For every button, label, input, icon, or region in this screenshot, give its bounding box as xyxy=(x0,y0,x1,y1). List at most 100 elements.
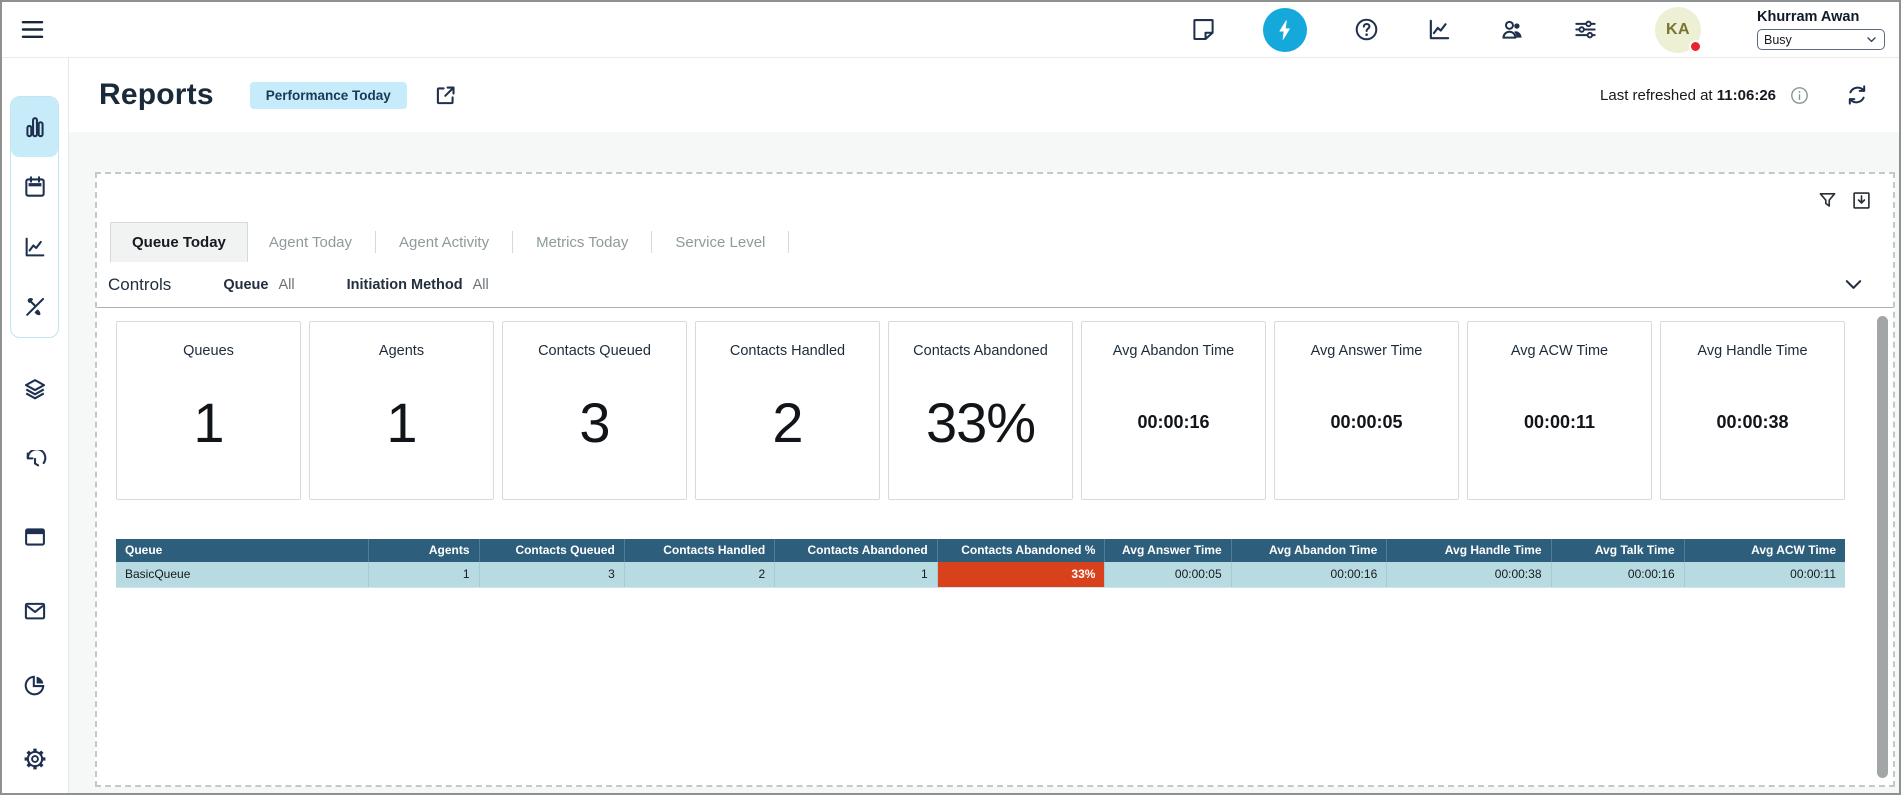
sidebar-item-pie-chart[interactable] xyxy=(10,655,59,715)
report-widget: Queue Today Agent Today Agent Activity M… xyxy=(95,172,1895,787)
dashboard-canvas: Queue Today Agent Today Agent Activity M… xyxy=(69,132,1899,793)
initiation-method-filter[interactable]: Initiation Method All xyxy=(347,277,489,293)
metric-value: 00:00:16 xyxy=(1137,412,1209,433)
cell-agents: 1 xyxy=(368,562,479,588)
user-avatar[interactable]: KA xyxy=(1655,7,1701,53)
column-header[interactable]: Agents xyxy=(368,539,479,562)
notes-icon[interactable] xyxy=(1190,16,1217,43)
settings-sliders-icon[interactable] xyxy=(1572,16,1599,43)
cell-avg-talk-time: 00:00:16 xyxy=(1551,562,1684,588)
metric-cards: Queues 1 Agents 1 Contacts Queued 3 xyxy=(116,321,1845,500)
column-header[interactable]: Avg Handle Time xyxy=(1387,539,1551,562)
sidebar-item-bar-chart[interactable] xyxy=(11,97,58,157)
metric-card-contacts-abandoned: Contacts Abandoned 33% xyxy=(888,321,1073,500)
metric-value: 33% xyxy=(926,390,1035,455)
chevron-down-icon xyxy=(1865,33,1878,46)
table-row: BasicQueue 1 3 2 1 33% 00:00:05 00:00:16… xyxy=(116,562,1845,588)
app-window: KA Khurram Awan Busy xyxy=(0,0,1901,795)
history-icon xyxy=(22,450,48,476)
metrics-icon[interactable] xyxy=(1426,16,1453,43)
main-area: Reports Performance Today Last refreshed… xyxy=(69,58,1899,793)
external-link-icon[interactable] xyxy=(433,83,458,108)
sidebar-item-layers[interactable] xyxy=(10,359,59,419)
sidebar-lower-group xyxy=(10,359,59,789)
line-chart-icon xyxy=(22,234,48,260)
cell-contacts-abandoned-pct: 33% xyxy=(937,562,1105,588)
tab-agent-activity[interactable]: Agent Activity xyxy=(378,222,510,262)
user-name: Khurram Awan xyxy=(1757,9,1885,25)
tab-queue-today[interactable]: Queue Today xyxy=(110,222,248,262)
cell-contacts-handled: 2 xyxy=(624,562,774,588)
dashboard-name-badge: Performance Today xyxy=(250,82,407,109)
filter-icon[interactable] xyxy=(1816,189,1839,212)
status-select-value: Busy xyxy=(1764,33,1792,47)
sidebar-item-settings[interactable] xyxy=(10,729,59,789)
queue-filter[interactable]: Queue All xyxy=(223,277,294,293)
tab-separator xyxy=(512,231,513,253)
window-icon xyxy=(22,524,48,550)
download-icon[interactable] xyxy=(1850,189,1873,212)
tab-agent-today[interactable]: Agent Today xyxy=(248,222,373,262)
page-title: Reports xyxy=(99,78,214,112)
metric-value: 3 xyxy=(579,390,609,455)
sidebar-item-email[interactable] xyxy=(10,581,59,641)
user-block: Khurram Awan Busy xyxy=(1757,9,1885,50)
widget-content: Queues 1 Agents 1 Contacts Queued 3 xyxy=(97,308,1893,588)
tab-service-level[interactable]: Service Level xyxy=(654,222,786,262)
sidebar-item-history[interactable] xyxy=(10,433,59,493)
collapse-chevron-icon[interactable] xyxy=(1842,273,1865,296)
metric-value: 00:00:11 xyxy=(1524,412,1595,433)
tab-separator xyxy=(651,231,652,253)
top-bar: KA Khurram Awan Busy xyxy=(2,2,1899,58)
cell-avg-answer-time: 00:00:05 xyxy=(1105,562,1231,588)
paintbrush-icon xyxy=(22,294,48,320)
table-header-row: Queue Agents Contacts Queued Contacts Ha… xyxy=(116,539,1845,562)
column-header[interactable]: Contacts Abandoned xyxy=(775,539,938,562)
sidebar-item-line-chart[interactable] xyxy=(11,217,58,277)
scrollbar-thumb[interactable] xyxy=(1877,316,1888,778)
metric-value: 00:00:38 xyxy=(1716,412,1788,433)
metric-value: 2 xyxy=(772,390,802,455)
quick-actions-icon[interactable] xyxy=(1263,8,1307,52)
metric-card-contacts-queued: Contacts Queued 3 xyxy=(502,321,687,500)
status-select[interactable]: Busy xyxy=(1757,29,1885,50)
calendar-icon xyxy=(22,174,48,200)
metric-value: 1 xyxy=(193,390,223,455)
refresh-area: Last refreshed at 11:06:26 xyxy=(1600,83,1869,107)
metric-card-queues: Queues 1 xyxy=(116,321,301,500)
controls-bar: Controls Queue All Initiation Method All xyxy=(97,262,1893,308)
busy-status-dot xyxy=(1689,40,1702,53)
column-header[interactable]: Contacts Abandoned % xyxy=(937,539,1105,562)
cell-contacts-abandoned: 1 xyxy=(775,562,938,588)
column-header[interactable]: Avg Abandon Time xyxy=(1231,539,1387,562)
column-header[interactable]: Avg ACW Time xyxy=(1684,539,1845,562)
cell-avg-handle-time: 00:00:38 xyxy=(1387,562,1551,588)
left-sidebar xyxy=(2,58,69,793)
metric-card-avg-handle-time: Avg Handle Time 00:00:38 xyxy=(1660,321,1845,500)
sidebar-item-customize[interactable] xyxy=(11,277,58,337)
contacts-icon[interactable] xyxy=(1499,16,1526,43)
info-icon[interactable] xyxy=(1789,85,1810,106)
metric-card-agents: Agents 1 xyxy=(309,321,494,500)
bar-chart-icon xyxy=(22,114,48,140)
sidebar-item-window[interactable] xyxy=(10,507,59,567)
column-header[interactable]: Avg Answer Time xyxy=(1105,539,1231,562)
help-icon[interactable] xyxy=(1353,16,1380,43)
page-header: Reports Performance Today Last refreshed… xyxy=(69,58,1899,132)
hamburger-menu-icon[interactable] xyxy=(17,15,47,45)
column-header[interactable]: Contacts Handled xyxy=(624,539,774,562)
envelope-icon xyxy=(22,598,48,624)
column-header[interactable]: Avg Talk Time xyxy=(1551,539,1684,562)
tab-metrics-today[interactable]: Metrics Today xyxy=(515,222,649,262)
cell-avg-acw-time: 00:00:11 xyxy=(1684,562,1845,588)
tab-separator xyxy=(788,231,789,253)
pie-chart-icon xyxy=(22,672,48,698)
refresh-icon[interactable] xyxy=(1845,83,1869,107)
column-header[interactable]: Contacts Queued xyxy=(479,539,624,562)
queue-metrics-table: Queue Agents Contacts Queued Contacts Ha… xyxy=(116,539,1845,588)
cell-queue: BasicQueue xyxy=(116,562,368,588)
metric-card-avg-acw-time: Avg ACW Time 00:00:11 xyxy=(1467,321,1652,500)
column-header[interactable]: Queue xyxy=(116,539,368,562)
cell-contacts-queued: 3 xyxy=(479,562,624,588)
sidebar-item-calendar[interactable] xyxy=(11,157,58,217)
